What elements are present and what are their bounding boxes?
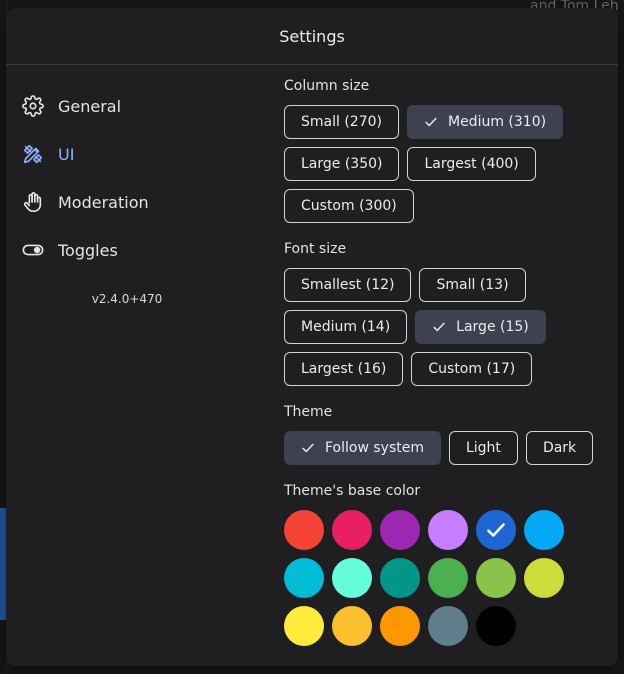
- color-swatch[interactable]: [284, 558, 324, 598]
- font-size-label: Font size: [284, 241, 347, 257]
- base-color-label: Theme's base color: [284, 483, 421, 499]
- color-swatch[interactable]: [428, 606, 468, 646]
- color-swatch[interactable]: [524, 510, 564, 550]
- button-label: Medium (310): [447, 114, 547, 130]
- check-icon: [433, 322, 445, 332]
- button-label: Small (13): [436, 277, 509, 293]
- column-size-row: Small (270) Medium (310): [284, 105, 614, 139]
- nav-item-label: Moderation: [58, 192, 149, 212]
- button-label: Largest (16): [301, 361, 387, 377]
- button-label: Custom (300): [301, 198, 397, 214]
- settings-modal: Settings General UI Moderation Toggles v…: [6, 8, 618, 666]
- color-swatch[interactable]: [428, 558, 468, 598]
- column-size-label: Column size: [284, 78, 370, 94]
- button-label: Follow system: [325, 440, 424, 456]
- theme-label: Theme: [284, 404, 333, 420]
- column-size-large-button[interactable]: Large (350): [284, 147, 400, 181]
- font-size-row: Smallest (12) Small (13): [284, 268, 614, 302]
- color-swatch[interactable]: [476, 558, 516, 598]
- font-size-row: Largest (16) Custom (17): [284, 352, 614, 386]
- button-label: Largest (400): [424, 156, 519, 172]
- settings-nav: General UI Moderation Toggles v2.4.0+470: [22, 82, 232, 306]
- font-size-large-button[interactable]: Large (15): [415, 310, 546, 344]
- column-size-custom-button[interactable]: Custom (300): [284, 189, 414, 223]
- color-swatch[interactable]: [332, 606, 372, 646]
- check-icon: [425, 117, 437, 127]
- color-swatch[interactable]: [332, 558, 372, 598]
- color-swatch[interactable]: [332, 510, 372, 550]
- nav-item-moderation[interactable]: Moderation: [22, 178, 232, 226]
- color-swatch[interactable]: [524, 558, 564, 598]
- nav-item-general[interactable]: General: [22, 82, 232, 130]
- button-label: Medium (14): [301, 319, 391, 335]
- settings-content: Column size Small (270) Medium (310) Lar…: [284, 78, 614, 646]
- color-swatch-grid: [284, 510, 614, 646]
- check-icon: [487, 523, 505, 537]
- hand-icon: [22, 191, 44, 213]
- color-swatch[interactable]: [380, 558, 420, 598]
- color-swatch[interactable]: [284, 606, 324, 646]
- column-size-largest-button[interactable]: Largest (400): [407, 147, 536, 181]
- font-size-custom-button[interactable]: Custom (17): [411, 352, 533, 386]
- column-size-row: Custom (300): [284, 189, 614, 223]
- button-label: Custom (17): [428, 361, 516, 377]
- color-swatch[interactable]: [380, 510, 420, 550]
- font-size-row: Medium (14) Large (15): [284, 310, 614, 344]
- app-version: v2.4.0+470: [91, 292, 163, 306]
- brush-icon: [22, 143, 44, 165]
- gear-icon: [22, 95, 44, 117]
- color-swatch[interactable]: [284, 510, 324, 550]
- nav-item-label: Toggles: [58, 240, 118, 260]
- button-label: Smallest (12): [301, 277, 395, 293]
- button-label: Small (270): [301, 114, 382, 130]
- color-swatch[interactable]: [428, 510, 468, 550]
- font-size-smallest-button[interactable]: Smallest (12): [284, 268, 412, 302]
- font-size-medium-button[interactable]: Medium (14): [284, 310, 408, 344]
- font-size-largest-button[interactable]: Largest (16): [284, 352, 404, 386]
- modal-title: Settings: [6, 8, 618, 65]
- color-swatch[interactable]: [380, 606, 420, 646]
- font-size-small-button[interactable]: Small (13): [419, 268, 526, 302]
- theme-row: Follow system Light Dark: [284, 431, 614, 465]
- column-size-small-button[interactable]: Small (270): [284, 105, 399, 139]
- toggle-icon: [22, 239, 44, 261]
- nav-item-ui[interactable]: UI: [22, 130, 232, 178]
- theme-light-button[interactable]: Light: [448, 431, 518, 465]
- theme-follow-system-button[interactable]: Follow system: [284, 431, 441, 465]
- nav-item-label: General: [58, 96, 122, 116]
- button-label: Large (15): [456, 319, 529, 335]
- color-swatch[interactable]: [476, 606, 516, 646]
- button-label: Large (350): [301, 156, 383, 172]
- button-label: Light: [465, 440, 501, 456]
- check-icon: [302, 443, 314, 453]
- column-size-row: Large (350) Largest (400): [284, 147, 614, 181]
- button-label: Dark: [542, 440, 577, 456]
- nav-item-label: UI: [58, 144, 75, 164]
- color-swatch[interactable]: [476, 510, 516, 550]
- theme-dark-button[interactable]: Dark: [525, 431, 594, 465]
- column-size-medium-button[interactable]: Medium (310): [406, 105, 564, 139]
- nav-item-toggles[interactable]: Toggles: [22, 226, 232, 274]
